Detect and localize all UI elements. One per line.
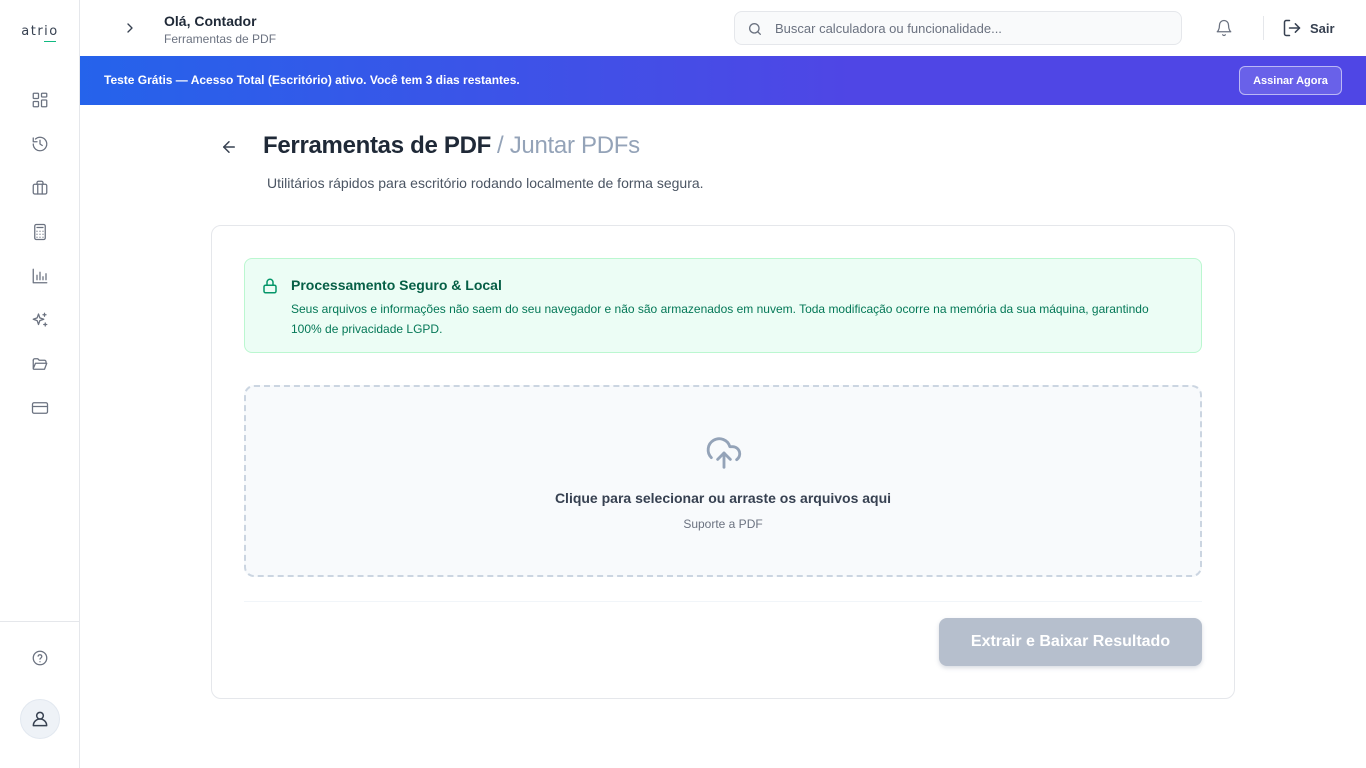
avatar[interactable] (20, 699, 60, 739)
credit-card-icon (31, 402, 49, 414)
cloud-upload-icon (706, 437, 742, 469)
logout-label: Sair (1310, 20, 1335, 36)
page-title-breadcrumb: / Juntar PDFs (497, 132, 640, 159)
sidebar-item-calculator[interactable] (28, 220, 52, 244)
calculator-icon (34, 223, 46, 241)
sparkles-icon (32, 312, 48, 327)
sidebar-item-ai[interactable] (28, 308, 52, 332)
briefcase-icon (32, 180, 48, 195)
lock-icon (263, 278, 277, 294)
logout-button[interactable]: Sair (1282, 16, 1335, 40)
extract-download-button[interactable]: Extrair e Baixar Resultado (939, 618, 1202, 666)
sidebar-item-history[interactable] (28, 132, 52, 156)
subscribe-button[interactable]: Assinar Agora (1239, 66, 1342, 95)
header: Olá, Contador Ferramentas de PDF Sair (80, 0, 1366, 56)
dashboard-icon (32, 92, 48, 108)
user-icon (32, 711, 48, 727)
search-box (734, 11, 1182, 45)
header-subtitle: Ferramentas de PDF (164, 32, 277, 46)
back-button[interactable] (218, 136, 240, 158)
file-dropzone[interactable]: Clique para selecionar ou arraste os arq… (244, 385, 1202, 577)
sidebar-item-dashboard[interactable] (28, 88, 52, 112)
trial-days-remaining: 3 dias (425, 73, 460, 87)
dropzone-title: Clique para selecionar ou arraste os arq… (554, 490, 892, 506)
header-separator (1263, 16, 1264, 40)
greeting: Olá, Contador (164, 13, 257, 29)
logo[interactable]: atrio (0, 22, 80, 42)
sidebar-item-briefcase[interactable] (28, 176, 52, 200)
sidebar: atrio (0, 0, 80, 768)
logout-icon (1283, 19, 1301, 37)
logo-text: atrio (21, 24, 59, 39)
sidebar-item-billing[interactable] (28, 396, 52, 420)
logo-underline (44, 41, 56, 42)
page-title: Ferramentas de PDF (263, 132, 492, 159)
bell-icon (1216, 19, 1232, 37)
sidebar-item-files[interactable] (28, 352, 52, 376)
trial-text-suffix: restantes. (459, 73, 520, 87)
bar-chart-icon (32, 268, 48, 284)
security-notice: Processamento Seguro & Local Seus arquiv… (244, 258, 1202, 353)
history-icon (32, 136, 48, 152)
expand-sidebar-button[interactable] (118, 16, 142, 40)
trial-banner-text: Teste Grátis — Acesso Total (Escritório)… (104, 73, 520, 87)
chevron-right-icon (127, 23, 133, 33)
notifications-button[interactable] (1212, 16, 1236, 40)
tool-card: Processamento Seguro & Local Seus arquiv… (211, 225, 1235, 699)
page-description: Utilitários rápidos para escritório roda… (267, 175, 704, 191)
search-icon (749, 23, 761, 35)
card-divider (244, 601, 1202, 602)
trial-banner: Teste Grátis — Acesso Total (Escritório)… (80, 56, 1366, 105)
upload-icon-wrapper (704, 433, 744, 473)
help-icon (32, 650, 48, 666)
sidebar-divider (0, 621, 80, 622)
security-notice-title: Processamento Seguro & Local (291, 277, 502, 293)
sidebar-item-help[interactable] (28, 646, 52, 670)
folder-open-icon (32, 358, 48, 370)
dropzone-subtitle: Suporte a PDF (683, 517, 763, 531)
search-input[interactable] (775, 12, 1175, 44)
arrow-left-icon (223, 141, 235, 153)
sidebar-item-reports[interactable] (28, 264, 52, 288)
security-notice-body: Seus arquivos e informações não saem do … (291, 302, 1149, 336)
app: atrio Olá, Contador Ferramentas de PDF B… (0, 0, 1366, 768)
trial-text-prefix: Teste Grátis — Acesso Total (Escritório)… (104, 73, 426, 87)
lock-icon-wrapper (261, 277, 281, 297)
